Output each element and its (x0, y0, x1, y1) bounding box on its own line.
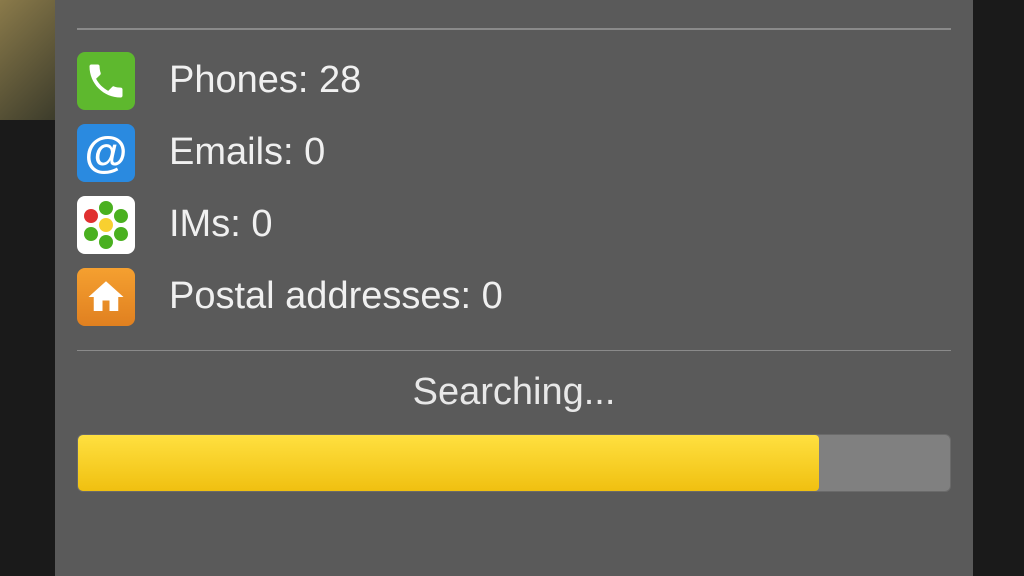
phones-count-label: Phones: 28 (169, 59, 361, 102)
search-progress-bar (77, 434, 951, 492)
email-icon: @ (77, 124, 135, 182)
im-icon (77, 196, 135, 254)
stat-row-postal: Postal addresses: 0 (77, 268, 951, 326)
phone-icon (77, 52, 135, 110)
stat-row-phones: Phones: 28 (77, 52, 951, 110)
search-status-label: Searching... (77, 371, 951, 414)
search-progress-dialog: Phones: 28 @ Emails: 0 IMs: 0 (55, 0, 973, 576)
stat-row-emails: @ Emails: 0 (77, 124, 951, 182)
emails-count-label: Emails: 0 (169, 131, 325, 174)
search-progress-fill (78, 435, 819, 491)
divider-top (77, 28, 951, 30)
postal-count-label: Postal addresses: 0 (169, 275, 503, 318)
divider-bottom (77, 350, 951, 352)
ims-count-label: IMs: 0 (169, 203, 272, 246)
postal-icon (77, 268, 135, 326)
contact-avatar (0, 0, 60, 120)
stat-row-ims: IMs: 0 (77, 196, 951, 254)
